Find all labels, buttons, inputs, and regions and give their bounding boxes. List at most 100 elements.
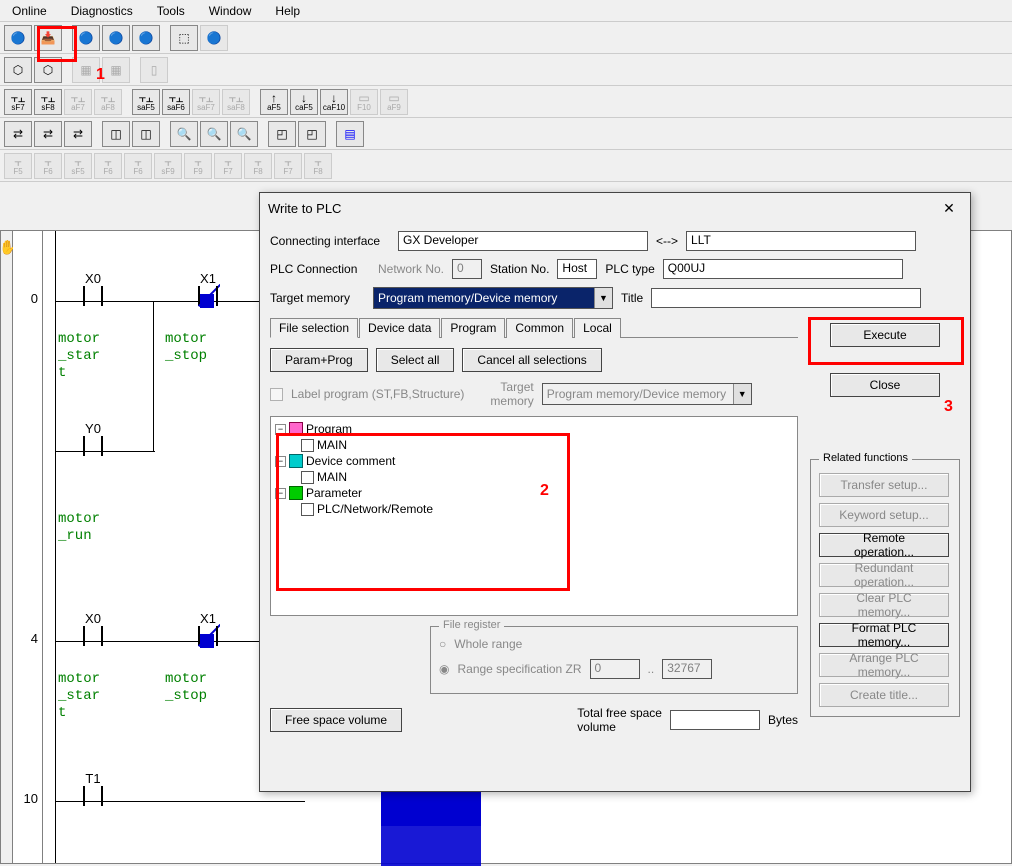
- grid-icon: ▦: [80, 64, 91, 76]
- tb2-btn-e[interactable]: ▯: [140, 57, 168, 83]
- tb4-d[interactable]: ◫: [102, 121, 130, 147]
- net-no-label: Network No.: [378, 262, 444, 276]
- contact-icon: ⫟: [164, 156, 171, 168]
- tb1-btn-c[interactable]: 🔵: [72, 25, 100, 51]
- tb3-saf7[interactable]: ⫟⫠saF7: [192, 89, 220, 115]
- tb3-saf5[interactable]: ⫟⫠saF5: [132, 89, 160, 115]
- tb5-9[interactable]: ⫟F7: [274, 153, 302, 179]
- contact-t1[interactable]: T1: [73, 771, 113, 806]
- tb5-6[interactable]: ⫟F9: [184, 153, 212, 179]
- tab-program[interactable]: Program: [441, 318, 505, 338]
- program-icon: [289, 422, 303, 436]
- tb1-btn-a[interactable]: 🔵: [4, 25, 32, 51]
- btn-remote-operation[interactable]: Remote operation...: [819, 533, 949, 557]
- tree-checkbox[interactable]: [301, 471, 314, 484]
- btn-param-prog[interactable]: Param+Prog: [270, 348, 368, 372]
- tb3-sf7[interactable]: ⫟⫠sF7: [4, 89, 32, 115]
- contact-x0-2[interactable]: X0: [73, 611, 113, 646]
- tree-checkbox[interactable]: [301, 503, 314, 516]
- menu-tools[interactable]: Tools: [151, 2, 191, 20]
- btn-free-space[interactable]: Free space volume: [270, 708, 402, 732]
- collapse-icon[interactable]: −: [275, 424, 286, 435]
- tb4-b[interactable]: ⇄: [34, 121, 62, 147]
- tb3-af9[interactable]: ▭aF9: [380, 89, 408, 115]
- tree-checkbox[interactable]: [301, 439, 314, 452]
- tb3-af5[interactable]: ↑aF5: [260, 89, 288, 115]
- comment-motor-start-2: motor _star t: [58, 671, 100, 721]
- collapse-icon[interactable]: −: [275, 456, 286, 467]
- file-tree[interactable]: − Program MAIN −: [270, 416, 798, 616]
- zoom-icon: ◰: [306, 128, 317, 140]
- menu-window[interactable]: Window: [203, 2, 258, 20]
- contact-y0[interactable]: Y0: [73, 421, 113, 456]
- tree-program[interactable]: − Program: [275, 421, 793, 437]
- tree-device-comment[interactable]: − Device comment: [275, 453, 793, 469]
- menu-diagnostics[interactable]: Diagnostics: [65, 2, 139, 20]
- collapse-icon[interactable]: −: [275, 488, 286, 499]
- target-mem-dropdown[interactable]: Program memory/Device memory ▼: [373, 287, 613, 309]
- tb3-saf6[interactable]: ⫟⫠saF6: [162, 89, 190, 115]
- gutter-thin: ✋: [1, 231, 13, 863]
- tb2-btn-d[interactable]: ▦: [102, 57, 130, 83]
- btn-select-all[interactable]: Select all: [376, 348, 455, 372]
- menu-help[interactable]: Help: [269, 2, 306, 20]
- tb5-8[interactable]: ⫟F8: [244, 153, 272, 179]
- tb5-4[interactable]: ⫟F6: [124, 153, 152, 179]
- range-sep: ..: [648, 662, 655, 676]
- write-to-plc-dialog: Write to PLC ✕ Connecting interface GX D…: [259, 192, 971, 792]
- tb3-af7[interactable]: ⫟⫠aF7: [64, 89, 92, 115]
- contact-icon: ⫟⫠: [169, 92, 184, 104]
- rung-num-4: 4: [31, 631, 38, 646]
- btn-cancel-all[interactable]: Cancel all selections: [462, 348, 601, 372]
- ladder-cursor: [381, 786, 481, 826]
- tb5-3[interactable]: ⫟F6: [94, 153, 122, 179]
- btn-format-plc[interactable]: Format PLC memory...: [819, 623, 949, 647]
- tb1-write-plc[interactable]: 📥: [34, 25, 62, 51]
- convert-icon: ⇄: [43, 128, 53, 140]
- menu-online[interactable]: Online: [6, 2, 53, 20]
- tb1-btn-g[interactable]: 🔵: [200, 25, 228, 51]
- tb4-a[interactable]: ⇄: [4, 121, 32, 147]
- tb4-f[interactable]: 🔍: [170, 121, 198, 147]
- tb1-btn-f[interactable]: ⬚: [170, 25, 198, 51]
- tab-local[interactable]: Local: [574, 318, 621, 338]
- zoom-icon: ◰: [276, 128, 287, 140]
- tb4-e[interactable]: ◫: [132, 121, 160, 147]
- tb5-0[interactable]: ⫟F5: [4, 153, 32, 179]
- tab-device-data[interactable]: Device data: [359, 318, 440, 338]
- tb5-7[interactable]: ⫟F7: [214, 153, 242, 179]
- tb3-caf5[interactable]: ↓caF5: [290, 89, 318, 115]
- tab-common[interactable]: Common: [506, 318, 573, 338]
- close-button[interactable]: Close: [830, 373, 940, 397]
- tree-main-1[interactable]: MAIN: [301, 437, 793, 453]
- btn-clear-plc: Clear PLC memory...: [819, 593, 949, 617]
- execute-button[interactable]: Execute: [830, 323, 940, 347]
- tb5-2[interactable]: ⫟sF5: [64, 153, 92, 179]
- tb3-caf10[interactable]: ↓caF10: [320, 89, 348, 115]
- tb3-f10[interactable]: ▭F10: [350, 89, 378, 115]
- tb4-j[interactable]: ◰: [298, 121, 326, 147]
- tb2-btn-a[interactable]: ⬡: [4, 57, 32, 83]
- dialog-close-button[interactable]: ✕: [936, 197, 962, 219]
- tb3-sf8[interactable]: ⫟⫠sF8: [34, 89, 62, 115]
- tb3-af8[interactable]: ⫟⫠aF8: [94, 89, 122, 115]
- tb5-5[interactable]: ⫟sF9: [154, 153, 182, 179]
- bytes-label: Bytes: [768, 713, 798, 727]
- tb5-1[interactable]: ⫟F6: [34, 153, 62, 179]
- tb4-k[interactable]: ▤: [336, 121, 364, 147]
- tb4-g[interactable]: 🔍: [200, 121, 228, 147]
- tree-parameter[interactable]: − Parameter: [275, 485, 793, 501]
- related-functions-group: Related functions Transfer setup... Keyw…: [810, 459, 960, 717]
- tree-plc-network[interactable]: PLC/Network/Remote: [301, 501, 793, 517]
- contact-x0-1[interactable]: X0: [73, 271, 113, 306]
- tb1-btn-e[interactable]: 🔵: [132, 25, 160, 51]
- tb3-saf8[interactable]: ⫟⫠saF8: [222, 89, 250, 115]
- tb5-10[interactable]: ⫟F8: [304, 153, 332, 179]
- tb1-btn-d[interactable]: 🔵: [102, 25, 130, 51]
- tb4-h[interactable]: 🔍: [230, 121, 258, 147]
- title-field[interactable]: [651, 288, 921, 308]
- tb4-i[interactable]: ◰: [268, 121, 296, 147]
- tb4-c[interactable]: ⇄: [64, 121, 92, 147]
- tab-file-selection[interactable]: File selection: [270, 318, 358, 338]
- tb2-btn-b[interactable]: ⬡: [34, 57, 62, 83]
